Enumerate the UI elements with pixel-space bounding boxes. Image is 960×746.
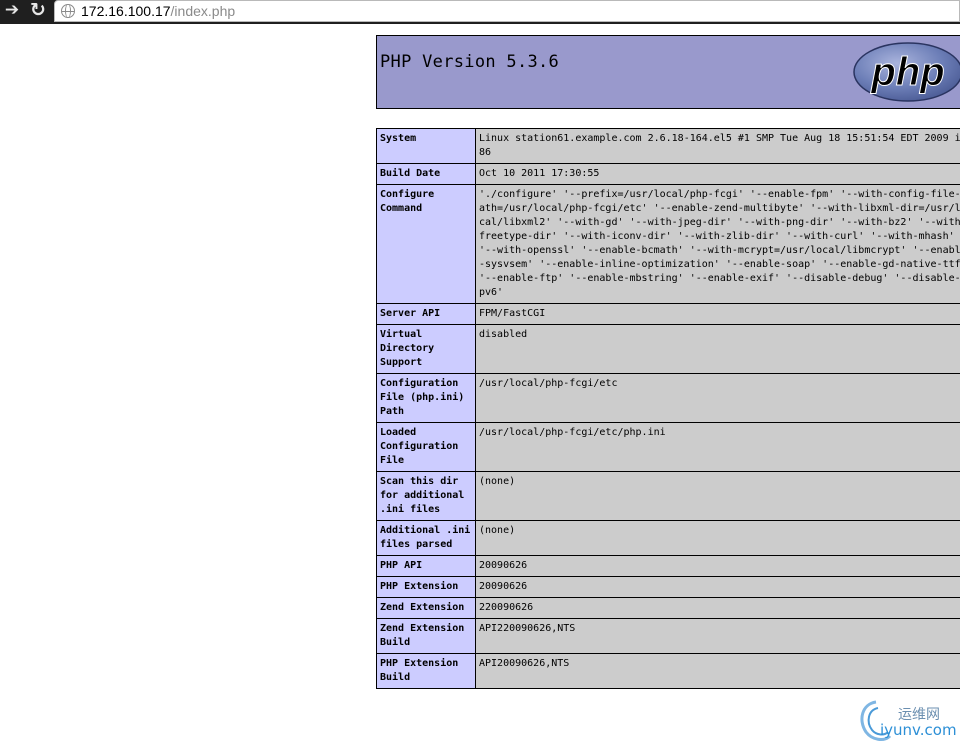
row-key: System [376, 128, 476, 164]
watermark: 运维网 iyunv.com [856, 698, 960, 744]
table-row: Virtual Directory Support disabled [376, 324, 960, 374]
page-title: PHP Version 5.3.6 [380, 52, 560, 72]
row-key: PHP Extension [376, 576, 476, 598]
row-key: Build Date [376, 163, 476, 185]
row-key: Additional .ini files parsed [376, 520, 476, 556]
table-row: PHP Extension Build API20090626,NTS [376, 653, 960, 689]
row-value: Oct 10 2011 17:30:55 [475, 163, 960, 185]
phpinfo-header: PHP Version 5.3.6 php [376, 35, 960, 109]
row-key: Loaded Configuration File [376, 422, 476, 472]
row-key: Server API [376, 303, 476, 325]
row-value: Linux station61.example.com 2.6.18-164.e… [475, 128, 960, 164]
url-host: 172.16.100.17 [81, 3, 171, 19]
table-row: Build Date Oct 10 2011 17:30:55 [376, 163, 960, 185]
table-row: PHP API 20090626 [376, 555, 960, 577]
table-row: Scan this dir for additional .ini files(… [376, 471, 960, 521]
row-key: PHP Extension Build [376, 653, 476, 689]
watermark-en: iyunv.com [880, 721, 957, 739]
globe-icon [61, 4, 75, 18]
table-row: Server API FPM/FastCGI [376, 303, 960, 325]
back-arrow-icon[interactable]: ➔ [0, 0, 24, 22]
table-row: Zend Extension Build API220090626,NTS [376, 618, 960, 654]
row-value: disabled [475, 324, 960, 374]
row-key: Configuration File (php.ini) Path [376, 373, 476, 423]
row-value: (none) [475, 520, 960, 556]
table-row: Configuration File (php.ini) Path/usr/lo… [376, 373, 960, 423]
address-bar[interactable]: 172.16.100.17/index.php [54, 0, 960, 22]
browser-toolbar: ➔ ↻ 172.16.100.17/index.php [0, 0, 960, 24]
row-value: 20090626 [475, 576, 960, 598]
php-logo-text: php [870, 50, 944, 94]
phpinfo-table: System Linux station61.example.com 2.6.18… [376, 128, 960, 689]
row-key: Configure Command [376, 184, 476, 304]
table-row: Zend Extension 220090626 [376, 597, 960, 619]
table-row: System Linux station61.example.com 2.6.18… [376, 128, 960, 164]
table-row: Configure Command './configure' '--prefix… [376, 184, 960, 304]
table-row: PHP Extension 20090626 [376, 576, 960, 598]
php-logo[interactable]: php [853, 42, 960, 102]
row-value: 20090626 [475, 555, 960, 577]
row-key: Scan this dir for additional .ini files [376, 471, 476, 521]
row-value: API20090626,NTS [475, 653, 960, 689]
row-key: Virtual Directory Support [376, 324, 476, 374]
table-row: Loaded Configuration File/usr/local/php-… [376, 422, 960, 472]
table-row: Additional .ini files parsed (none) [376, 520, 960, 556]
row-value: /usr/local/php-fcgi/etc [475, 373, 960, 423]
row-value: API220090626,NTS [475, 618, 960, 654]
row-value: FPM/FastCGI [475, 303, 960, 325]
row-value: 220090626 [475, 597, 960, 619]
url-path: /index.php [170, 3, 236, 19]
row-key: PHP API [376, 555, 476, 577]
row-value: /usr/local/php-fcgi/etc/php.ini [475, 422, 960, 472]
row-key: Zend Extension [376, 597, 476, 619]
row-value: (none) [475, 471, 960, 521]
row-value: './configure' '--prefix=/usr/local/php-f… [475, 184, 960, 304]
address-text: 172.16.100.17/index.php [81, 2, 235, 20]
row-key: Zend Extension Build [376, 618, 476, 654]
reload-icon[interactable]: ↻ [26, 0, 50, 22]
